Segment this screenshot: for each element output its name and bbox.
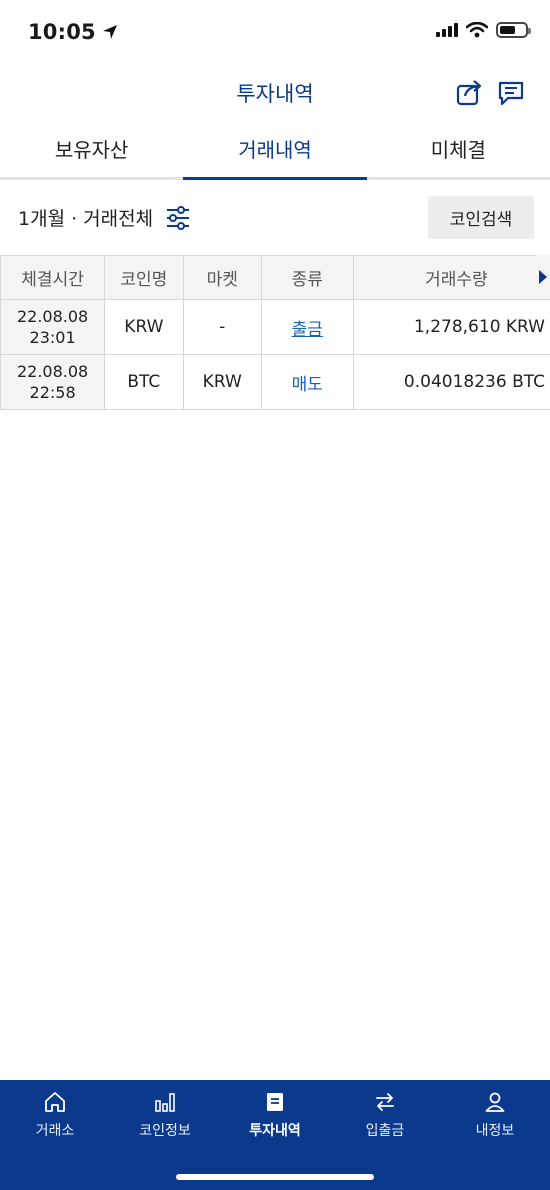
cell-time-text: 23:01 — [29, 328, 76, 347]
nav-investment-history[interactable]: 투자내역 — [220, 1080, 330, 1152]
cell-kind-link[interactable]: 출금 — [260, 299, 354, 355]
table-header-row: 체결시간 코인명 마켓 종류 거래수량 — [0, 255, 550, 300]
col-header-coin[interactable]: 코인명 — [104, 255, 184, 300]
col-header-time[interactable]: 체결시간 — [0, 255, 106, 300]
cell-amount: 0.04018236 BTC — [352, 354, 550, 410]
message-icon[interactable] — [496, 78, 526, 108]
share-icon[interactable] — [455, 78, 485, 108]
nav-label: 거래소 — [35, 1123, 75, 1139]
header: 투자내역 — [0, 66, 550, 120]
home-indicator[interactable] — [176, 1174, 374, 1180]
cell-amount: 1,278,610 KRW — [352, 299, 550, 355]
tab-holdings[interactable]: 보유자산 — [0, 124, 183, 177]
cellular-signal-icon — [436, 23, 458, 37]
cell-coin: BTC — [104, 354, 184, 410]
table-row[interactable]: 22.08.08 23:01 KRW - 출금 1,278,610 KRW — [0, 299, 550, 355]
nav-label: 투자내역 — [249, 1123, 301, 1139]
document-icon — [267, 1093, 283, 1111]
arrow-right-icon — [539, 270, 547, 284]
user-icon — [485, 1092, 505, 1112]
wifi-icon — [466, 22, 488, 38]
tab-pending-orders[interactable]: 미체결 — [367, 124, 550, 177]
battery-icon — [496, 22, 531, 38]
coin-search-button[interactable]: 코인검색 — [428, 196, 534, 239]
cell-coin: KRW — [104, 299, 184, 355]
cell-kind[interactable]: 매도 — [260, 354, 354, 410]
cell-time: 22.08.08 22:58 — [0, 354, 106, 410]
cell-market: - — [182, 299, 262, 355]
nav-deposit-withdraw[interactable]: 입출금 — [330, 1080, 440, 1152]
cell-date-text: 22.08.08 — [16, 362, 89, 381]
location-arrow-icon — [102, 25, 117, 39]
filter-settings-icon[interactable] — [165, 205, 191, 231]
nav-label: 입출금 — [365, 1123, 405, 1139]
status-bar: 10:05 — [0, 0, 550, 66]
transfer-icon — [376, 1093, 394, 1111]
cell-time-text: 22:58 — [29, 383, 76, 402]
filter-label[interactable]: 1개월 · 거래전체 — [18, 204, 153, 231]
bar-chart-icon — [155, 1093, 175, 1112]
cell-time: 22.08.08 23:01 — [0, 299, 106, 355]
trade-history-table: 체결시간 코인명 마켓 종류 거래수량 22.08.08 23:01 KRW -… — [0, 255, 550, 410]
nav-exchange[interactable]: 거래소 — [0, 1080, 110, 1152]
status-time: 10:05 — [28, 20, 118, 44]
clock-text: 10:05 — [28, 20, 96, 44]
col-header-market[interactable]: 마켓 — [182, 255, 262, 300]
tab-bar: 보유자산 거래내역 미체결 — [0, 124, 550, 180]
status-indicators — [436, 22, 531, 38]
bottom-nav: 거래소 코인정보 투자내역 입출금 내정보 — [0, 1080, 550, 1190]
col-header-amount[interactable]: 거래수량 — [352, 255, 550, 300]
nav-my-info[interactable]: 내정보 — [440, 1080, 550, 1152]
scroll-right-button[interactable] — [536, 255, 550, 299]
cell-date-text: 22.08.08 — [16, 307, 89, 326]
nav-label: 코인정보 — [139, 1123, 191, 1139]
col-header-kind[interactable]: 종류 — [260, 255, 354, 300]
cell-market: KRW — [182, 354, 262, 410]
tab-trade-history[interactable]: 거래내역 — [183, 124, 367, 180]
table-row[interactable]: 22.08.08 22:58 BTC KRW 매도 0.04018236 BTC — [0, 354, 550, 410]
home-icon — [45, 1092, 65, 1112]
nav-coin-info[interactable]: 코인정보 — [110, 1080, 220, 1152]
nav-label: 내정보 — [475, 1123, 515, 1139]
filter-row: 1개월 · 거래전체 코인검색 — [0, 196, 550, 240]
